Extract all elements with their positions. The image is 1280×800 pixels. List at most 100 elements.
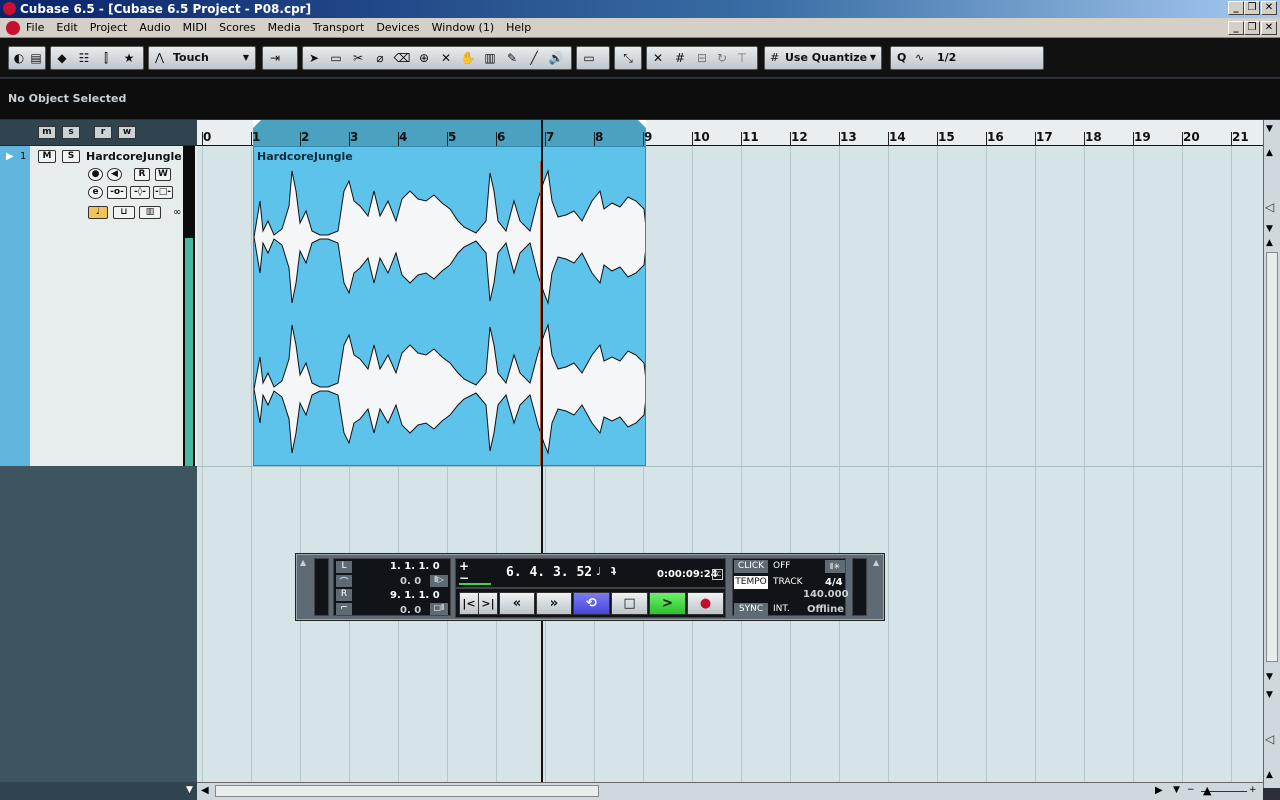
draw-icon[interactable]: ✎ — [503, 50, 521, 66]
horizontal-scroll-thumb[interactable] — [215, 785, 599, 797]
zoom-in-icon[interactable]: ▲ — [1266, 770, 1273, 780]
snap-cursor-icon[interactable]: ↻ — [713, 50, 731, 66]
mute-tool-icon[interactable]: ✕ — [437, 50, 455, 66]
autoscroll-icon[interactable]: ⤡ — [619, 50, 637, 66]
zoom-menu-icon[interactable]: ▼ — [1173, 785, 1180, 795]
scroll-right-arrow-icon[interactable]: ▶ — [1155, 785, 1163, 796]
line-icon[interactable]: ╱ — [525, 50, 543, 66]
monitor-icon[interactable]: ◀ — [107, 168, 122, 181]
right-locator-value[interactable]: 9. 1. 1. 0 — [390, 590, 440, 601]
transport-panel[interactable]: L ⌒ R ⌐ 1. 1. 1. 0 0. 0 9. 1. 1. 0 0. 0 … — [295, 553, 885, 621]
audio-event[interactable]: HardcoreJungle — [253, 146, 646, 466]
zoom-menu-icon[interactable]: ▼ — [1266, 124, 1273, 134]
snap-grid-icon[interactable]: # — [671, 50, 689, 66]
snap-events-icon[interactable]: ⊟ — [693, 50, 711, 66]
menu-project[interactable]: Project — [90, 18, 128, 37]
quantize-icon[interactable]: Q — [897, 47, 906, 69]
play-icon[interactable]: > — [649, 592, 686, 615]
object-selection-icon[interactable]: ➤ — [305, 50, 323, 66]
menu-transport[interactable]: Transport — [313, 18, 365, 37]
vertical-scrollbar[interactable]: ▼ ▲ ◁ ▼ ▲ ▼ ▼ ◁ ▲ — [1263, 120, 1280, 788]
precount-icon[interactable]: ⫴✳ — [825, 560, 845, 573]
zoom-out-icon[interactable]: ▼ — [1266, 690, 1273, 700]
postroll-icon[interactable]: □⫴ — [430, 603, 448, 615]
play-tool-icon[interactable]: 🔊 — [547, 50, 565, 66]
edit-channel-icon[interactable]: e — [88, 186, 103, 199]
menu-media[interactable]: Media — [268, 18, 301, 37]
punch-in-icon[interactable]: ⌒ — [336, 575, 352, 588]
activate-project-icon[interactable]: ◐ — [10, 50, 28, 66]
scroll-left-arrow-icon[interactable]: ◀ — [201, 785, 209, 796]
track-zoom-slider-icon[interactable]: ◁ — [1265, 732, 1274, 746]
zoom-out-icon[interactable]: − — [1187, 785, 1195, 795]
go-to-start-icon[interactable]: |< — [459, 592, 479, 615]
snap-zero-icon[interactable]: ⊤ — [733, 50, 751, 66]
timewarp-icon[interactable]: ✋ — [459, 50, 477, 66]
position-display[interactable]: + − 6. 4. 3. 52 ♩ ʇ 0:00:09:24 TC — [455, 558, 726, 588]
menu-midi[interactable]: MIDI — [183, 18, 207, 37]
preroll-icon[interactable]: ⫴▷ — [430, 575, 448, 587]
quantize-preset-dropdown[interactable]: Q ∿ 1/2 — [890, 46, 1044, 70]
minimize-button[interactable]: _ — [1228, 1, 1244, 15]
rewind-icon[interactable]: « — [499, 592, 535, 615]
scroll-up-arrow-icon[interactable]: ▲ — [1266, 148, 1273, 158]
app-menu-icon[interactable] — [6, 21, 20, 35]
read-button[interactable]: R — [134, 168, 150, 181]
scroll-down-arrow-icon[interactable]: ▼ — [1266, 224, 1273, 234]
chevron-down-icon[interactable]: ▼ — [186, 785, 193, 795]
scroll-down-arrow-icon[interactable]: ▼ — [1266, 672, 1273, 682]
restore-button[interactable]: ❐ — [1244, 1, 1260, 15]
menu-devices[interactable]: Devices — [376, 18, 419, 37]
menu-help[interactable]: Help — [506, 18, 531, 37]
track-name[interactable]: HardcoreJungle — [86, 150, 182, 163]
tempo-value[interactable]: 140.000 — [803, 589, 849, 600]
nudge-icon[interactable]: ⇥ — [266, 50, 284, 66]
menu-window[interactable]: Window (1) — [432, 18, 494, 37]
global-mute-icon[interactable]: m — [38, 126, 56, 139]
mute-button[interactable]: M — [38, 150, 56, 163]
time-signature[interactable]: 4/4 — [825, 577, 843, 588]
tempo-button[interactable]: TEMPO — [734, 576, 768, 589]
constrain-delay-icon[interactable]: ▤ — [27, 50, 45, 66]
left-locator-offset[interactable]: 0. 0 — [400, 576, 421, 587]
star-icon[interactable]: ★ — [120, 50, 138, 66]
timebase-icon[interactable]: ♩ — [88, 206, 108, 219]
record-icon[interactable]: ● — [687, 592, 724, 615]
scroll-up-arrow-icon[interactable]: ▲ — [1266, 238, 1273, 248]
doc-restore-button[interactable]: ❐ — [1244, 21, 1260, 35]
menu-edit[interactable]: Edit — [56, 18, 77, 37]
menu-file[interactable]: File — [26, 18, 44, 37]
close-button[interactable]: ✕ — [1261, 1, 1277, 15]
inspector-icon[interactable]: ◆ — [53, 50, 71, 66]
left-locator-button[interactable]: L — [336, 561, 352, 573]
erase-icon[interactable]: ⌫ — [393, 50, 411, 66]
doc-minimize-button[interactable]: _ — [1228, 21, 1244, 35]
vertical-scroll-thumb[interactable] — [1266, 252, 1278, 662]
position-bars-beats[interactable]: 6. 4. 3. 52 — [506, 565, 592, 580]
send-bypass-icon[interactable]: -□- — [153, 186, 173, 199]
browser-icon[interactable]: ☷ — [75, 50, 93, 66]
glue-icon[interactable]: ⌀ — [371, 50, 389, 66]
eq-bypass-icon[interactable]: -◊- — [130, 186, 150, 199]
horizontal-zoom-slider-icon[interactable]: ▲ — [1203, 784, 1211, 797]
click-button[interactable]: CLICK — [734, 560, 768, 573]
record-enable-icon[interactable]: ● — [88, 168, 103, 181]
track-selection-strip[interactable]: ▶ 1 — [0, 146, 30, 466]
timecode-icon[interactable]: TC — [712, 569, 723, 580]
write-button[interactable]: W — [155, 168, 171, 181]
project-cursor[interactable] — [541, 120, 543, 788]
insert-bypass-icon[interactable]: -o- — [107, 186, 127, 199]
color-dropdown[interactable]: ▭ — [576, 46, 610, 70]
left-locator-value[interactable]: 1. 1. 1. 0 — [390, 561, 440, 572]
sync-button[interactable]: SYNC — [734, 603, 768, 616]
horizontal-scrollbar[interactable]: ◀ ▶ ▼ − ▲ + — [197, 782, 1263, 800]
zoom-in-icon[interactable]: + — [1249, 785, 1257, 795]
menu-scores[interactable]: Scores — [219, 18, 256, 37]
link-icon[interactable]: ∞ — [173, 207, 181, 218]
go-to-end-icon[interactable]: >| — [478, 592, 498, 615]
lanes-icon[interactable]: ▥ — [139, 206, 161, 219]
mixer-icon[interactable]: ⫿ — [97, 50, 115, 66]
split-icon[interactable]: ✂ — [349, 50, 367, 66]
vertical-zoom-slider-icon[interactable]: ◁ — [1265, 200, 1274, 214]
global-solo-icon[interactable]: s — [62, 126, 80, 139]
